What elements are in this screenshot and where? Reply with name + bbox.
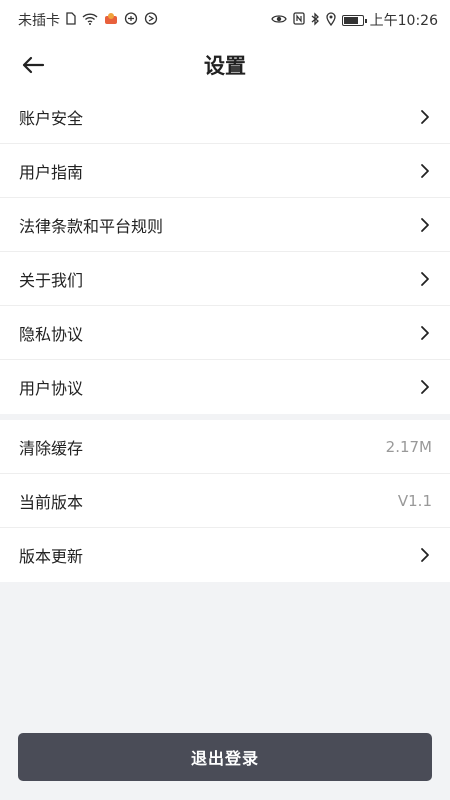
row-clear-cache[interactable]: 清除缓存 2.17M [0,420,450,474]
row-label: 用户指南 [19,162,84,182]
sim-card-icon [66,12,76,28]
page-title: 设置 [204,54,246,78]
nfc-icon [292,12,305,28]
chevron-right-icon [418,108,432,126]
location-icon [325,11,336,29]
row-label: 用户协议 [19,379,84,398]
row-current-version: 当前版本 V1.1 [0,474,450,528]
status-left: 未插卡 [18,10,158,30]
status-right: 上午10:26 [270,10,438,30]
row-label: 清除缓存 [19,438,84,458]
chevron-right-icon [418,378,432,396]
chevron-right-icon [418,270,432,288]
row-user-guide[interactable]: 用户指南 [0,144,450,198]
back-arrow-icon [22,56,45,74]
vpn-icon [144,12,158,28]
settings-group-main: 账户安全 用户指南 法律条款和平台规则 关于我们 隐私协议 用户协议 [0,90,450,414]
settings-screen: 未插卡 上午10:26 设置 账户安全 用户指南 法律条款和平台规则 关于我们 … [0,0,450,800]
row-label: 隐私协议 [19,324,84,344]
row-account-security[interactable]: 账户安全 [0,90,450,144]
notification-app-icon [104,12,118,28]
row-about-us[interactable]: 关于我们 [0,252,450,306]
logout-button[interactable]: 退出登录 [18,733,432,781]
row-privacy-policy[interactable]: 隐私协议 [0,306,450,360]
gamepad-icon [124,12,138,28]
cache-size-value: 2.17M [385,437,432,456]
carrier-text: 未插卡 [18,13,60,29]
row-label: 当前版本 [19,492,84,512]
row-label: 版本更新 [19,547,84,566]
version-value: V1.1 [397,491,432,510]
chevron-right-icon [418,162,432,180]
row-update-version[interactable]: 版本更新 [0,528,450,582]
bluetooth-icon [311,11,320,29]
row-legal-terms[interactable]: 法律条款和平台规则 [0,198,450,252]
row-label: 账户安全 [19,108,84,128]
chevron-right-icon [418,324,432,342]
eye-icon [270,13,287,28]
header: 设置 [0,40,450,90]
row-user-agreement[interactable]: 用户协议 [0,360,450,414]
clock-text: 上午10:26 [369,13,438,29]
wifi-icon [82,12,98,28]
status-bar: 未插卡 上午10:26 [0,0,450,40]
battery-icon [341,14,367,26]
chevron-right-icon [418,546,432,564]
back-button[interactable] [16,48,50,82]
chevron-right-icon [418,216,432,234]
row-label: 关于我们 [19,270,84,290]
settings-group-app: 清除缓存 2.17M 当前版本 V1.1 版本更新 [0,420,450,582]
row-label: 法律条款和平台规则 [19,216,164,236]
